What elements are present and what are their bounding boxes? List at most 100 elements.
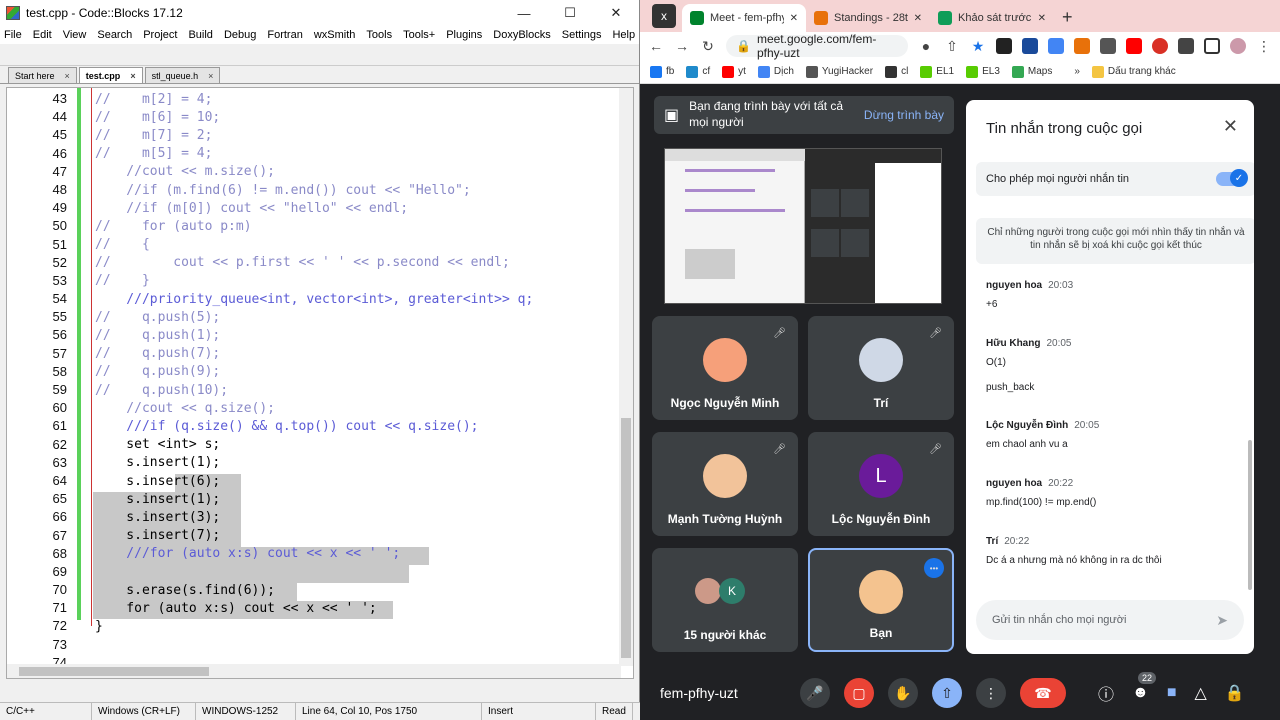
participant-tile[interactable]: 🎤︎ Trí (808, 316, 954, 420)
close-tab-icon[interactable]: ✕ (1038, 13, 1046, 24)
activities-icon[interactable]: △ (1195, 683, 1207, 703)
extension-icon[interactable] (996, 38, 1012, 54)
menu-item[interactable]: Settings (562, 29, 602, 41)
profile-avatar[interactable] (1230, 38, 1246, 54)
bookmark-item[interactable]: cl (885, 65, 908, 78)
info-icon[interactable]: ⓘ (1098, 681, 1114, 705)
browser-tab[interactable]: Standings - 28th ✕ (806, 4, 930, 32)
bookmark-item[interactable]: EL1 (920, 65, 954, 78)
code-line: 57 // q.push(7); (7, 345, 619, 363)
menu-item[interactable]: Fortran (267, 29, 302, 41)
scroll-thumb[interactable] (19, 667, 209, 676)
camera-off-button[interactable]: ▢ (844, 678, 874, 708)
menu-item[interactable]: Project (143, 29, 177, 41)
minimize-button[interactable]: — (501, 0, 547, 26)
close-tab-icon[interactable]: ✕ (914, 13, 922, 24)
scroll-thumb[interactable] (621, 418, 631, 658)
participant-tile[interactable]: ••• Bạn (808, 548, 954, 652)
chat-icon[interactable]: ■ (1167, 684, 1177, 702)
close-chat-icon[interactable]: ✕ (1223, 116, 1238, 137)
menu-item[interactable]: Tools+ (403, 29, 435, 41)
browser-tab[interactable]: Meet - fem-pfhy-uzt ✕ (682, 4, 806, 32)
chat-input[interactable]: Gửi tin nhắn cho mọi người ➤ (976, 600, 1244, 640)
folder-icon (1091, 65, 1104, 78)
editor-tab[interactable]: Start here × (8, 67, 77, 83)
allow-messages-toggle[interactable]: ✓ (1216, 169, 1248, 187)
raise-hand-button[interactable]: ✋ (888, 678, 918, 708)
menu-item[interactable]: View (63, 29, 87, 41)
forward-icon[interactable]: → (674, 38, 690, 54)
menu-item[interactable]: File (4, 29, 22, 41)
close-button[interactable]: ✕ (593, 0, 639, 26)
code-text: // q.push(1); (95, 328, 221, 344)
menu-item[interactable]: Build (188, 29, 212, 41)
microphone-button[interactable]: 🎤 (800, 678, 830, 708)
more-bookmarks-icon[interactable]: » (1074, 66, 1080, 77)
extension-icon[interactable] (1074, 38, 1090, 54)
youtube-extension-icon[interactable] (1126, 38, 1142, 54)
chat-scrollbar[interactable] (1248, 440, 1252, 590)
bookmark-folder[interactable]: Dấu trang khác (1091, 65, 1176, 78)
menu-item[interactable]: Plugins (446, 29, 482, 41)
horizontal-scrollbar[interactable] (7, 664, 621, 678)
bookmark-favicon-icon (805, 65, 818, 78)
send-icon[interactable]: ➤ (1216, 612, 1228, 629)
close-tab-icon[interactable]: × (208, 71, 213, 81)
side-panel-icon[interactable]: x (652, 4, 676, 28)
maximize-button[interactable]: ☐ (547, 0, 593, 26)
mic-off-icon: 🎤︎ (929, 444, 942, 455)
participant-tile[interactable]: K 15 người khác (652, 548, 798, 652)
more-options-button[interactable]: ⋮ (976, 678, 1006, 708)
editor-tab[interactable]: stl_queue.h × (144, 67, 221, 83)
extension-icon[interactable] (1022, 38, 1038, 54)
extensions-puzzle-icon[interactable] (1178, 38, 1194, 54)
bookmark-item[interactable]: cf (686, 65, 710, 78)
adblock-extension-icon[interactable] (1152, 38, 1168, 54)
menu-item[interactable]: wxSmith (314, 29, 356, 41)
back-icon[interactable]: ← (648, 38, 664, 54)
editor-tab[interactable]: test.cpp × (78, 67, 143, 83)
vertical-scrollbar[interactable] (619, 88, 633, 666)
menu-item[interactable]: Search (97, 29, 132, 41)
message-text: O(1) (986, 357, 1006, 368)
bookmark-star-icon[interactable]: ★ (970, 38, 986, 55)
bookmark-item[interactable]: EL3 (966, 65, 1000, 78)
participant-tile[interactable]: 🎤︎ Mạnh Tường Huỳnh (652, 432, 798, 536)
line-number: 65 (52, 491, 67, 507)
close-tab-icon[interactable]: × (130, 71, 135, 81)
host-controls-icon[interactable]: 🔒 (1225, 683, 1245, 703)
stop-presenting-button[interactable]: Dừng trình bày (864, 108, 944, 122)
menu-item[interactable]: Debug (224, 29, 256, 41)
bookmark-label: EL3 (982, 66, 1000, 77)
address-bar[interactable]: 🔒 meet.google.com/fem-pfhy-uzt (726, 32, 908, 60)
tab-label: test.cpp (85, 70, 121, 81)
present-button[interactable]: ⇧ (932, 678, 962, 708)
close-tab-icon[interactable]: ✕ (790, 13, 798, 24)
extension-icon[interactable] (1100, 38, 1116, 54)
share-icon[interactable]: ⇧ (944, 38, 960, 55)
close-tab-icon[interactable]: × (65, 71, 70, 81)
participant-tile[interactable]: L 🎤︎ Lộc Nguyễn Đình (808, 432, 954, 536)
menu-item[interactable]: Edit (33, 29, 52, 41)
bookmark-item[interactable]: YugiHacker (805, 65, 873, 78)
browser-tab[interactable]: Khảo sát trước ✕ (930, 4, 1054, 32)
bookmark-item[interactable]: Dịch (757, 65, 794, 78)
new-tab-button[interactable]: + (1062, 7, 1073, 28)
more-options-icon[interactable]: ••• (924, 558, 944, 578)
side-panel-toggle-icon[interactable] (1204, 38, 1220, 54)
menu-item[interactable]: Tools (366, 29, 392, 41)
menu-item[interactable]: Help (612, 29, 635, 41)
participant-tile[interactable]: 🎤︎ Ngọc Nguyễn Minh (652, 316, 798, 420)
bookmark-item[interactable]: yt (722, 65, 746, 78)
bookmark-item[interactable]: fb (650, 65, 674, 78)
translate-extension-icon[interactable] (1048, 38, 1064, 54)
bookmark-item[interactable]: Maps (1011, 65, 1052, 78)
people-icon[interactable]: ☻ 22 (1132, 672, 1157, 702)
camera-icon[interactable]: ● (918, 38, 934, 54)
leave-call-button[interactable]: ☎ (1020, 678, 1066, 708)
code-editor[interactable]: 43 // m[2] = 4; 44 // m[6] = 10; 45 // m[7] =… (6, 87, 634, 679)
menu-item[interactable]: DoxyBlocks (493, 29, 550, 41)
chrome-menu-icon[interactable]: ⋮ (1256, 38, 1272, 55)
code-line: 56 // q.push(1); (7, 326, 619, 344)
reload-icon[interactable]: ↻ (700, 38, 716, 55)
